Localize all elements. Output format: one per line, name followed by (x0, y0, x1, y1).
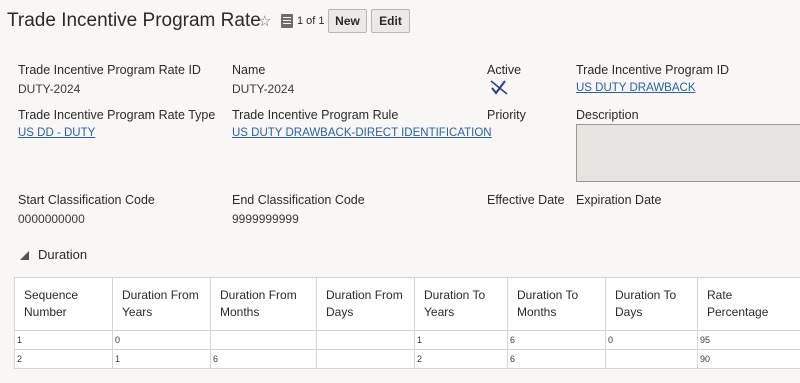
rate-id-value: DUTY-2024 (18, 82, 81, 96)
program-rule-label: Trade Incentive Program Rule (232, 108, 399, 122)
start-code-value: 0000000000 (18, 212, 85, 226)
table-cell: 6 (210, 349, 317, 369)
table-cell: 6 (507, 330, 606, 350)
table-cell: 0 (112, 330, 211, 350)
new-button[interactable]: New (328, 9, 367, 33)
column-header[interactable]: Duration To Years (414, 277, 508, 331)
table-row[interactable]: 1 0 1 6 0 95 (14, 330, 800, 350)
page-title: Trade Incentive Program Rate (7, 10, 261, 31)
column-header[interactable]: Duration From Days (316, 277, 415, 331)
end-code-value: 9999999999 (232, 212, 299, 226)
edit-button[interactable]: Edit (371, 9, 410, 33)
program-id-link[interactable]: US DUTY DRAWBACK (576, 82, 696, 94)
start-code-label: Start Classification Code (18, 193, 155, 207)
table-cell: 1 (112, 349, 211, 369)
table-header-row: Sequence Number Duration From Years Dura… (14, 277, 800, 331)
favorite-star-icon[interactable]: ☆ (258, 12, 271, 30)
table-cell: 1 (414, 330, 508, 350)
table-cell: 6 (507, 349, 606, 369)
duration-section-title: Duration (38, 247, 88, 262)
page-header: Trade Incentive Program Rate ☆ 1 of 1 Ne… (0, 0, 800, 44)
end-code-label: End Classification Code (232, 193, 365, 207)
priority-label: Priority (487, 108, 526, 122)
description-label: Description (576, 108, 639, 122)
table-cell: 90 (697, 349, 800, 369)
expiration-date-label: Expiration Date (576, 193, 662, 207)
program-id-label: Trade Incentive Program ID (576, 63, 730, 77)
column-header[interactable]: Duration To Days (605, 277, 698, 331)
column-header[interactable]: Rate Percentage (697, 277, 800, 331)
table-cell: 0 (605, 330, 698, 350)
column-header[interactable]: Duration From Years (112, 277, 211, 331)
collapse-triangle-icon[interactable] (20, 251, 29, 260)
rate-id-label: Trade Incentive Program Rate ID (18, 63, 201, 77)
rate-type-link[interactable]: US DD - DUTY (18, 127, 95, 139)
column-header[interactable]: Duration To Months (507, 277, 606, 331)
table-cell: 2 (14, 349, 113, 369)
description-field[interactable] (576, 124, 800, 182)
record-list-icon (281, 14, 293, 28)
column-header[interactable]: Duration From Months (210, 277, 317, 331)
table-cell: 1 (14, 330, 113, 350)
duration-table: Sequence Number Duration From Years Dura… (14, 277, 800, 369)
column-header[interactable]: Sequence Number (14, 277, 113, 331)
effective-date-label: Effective Date (487, 193, 565, 207)
name-value: DUTY-2024 (232, 82, 295, 96)
program-rule-link[interactable]: US DUTY DRAWBACK-DIRECT IDENTIFICATION (232, 127, 492, 139)
name-label: Name (232, 63, 266, 77)
table-row[interactable]: 2 1 6 2 6 90 (14, 349, 800, 369)
rate-type-label: Trade Incentive Program Rate Type (18, 108, 216, 122)
checkmark-disabled-icon (490, 80, 508, 95)
table-cell (605, 349, 698, 369)
table-cell (210, 330, 317, 350)
table-cell (316, 330, 415, 350)
table-cell (316, 349, 415, 369)
table-cell: 95 (697, 330, 800, 350)
active-label: Active (487, 63, 522, 77)
table-cell: 2 (414, 349, 508, 369)
record-count: 1 of 1 (297, 15, 325, 27)
